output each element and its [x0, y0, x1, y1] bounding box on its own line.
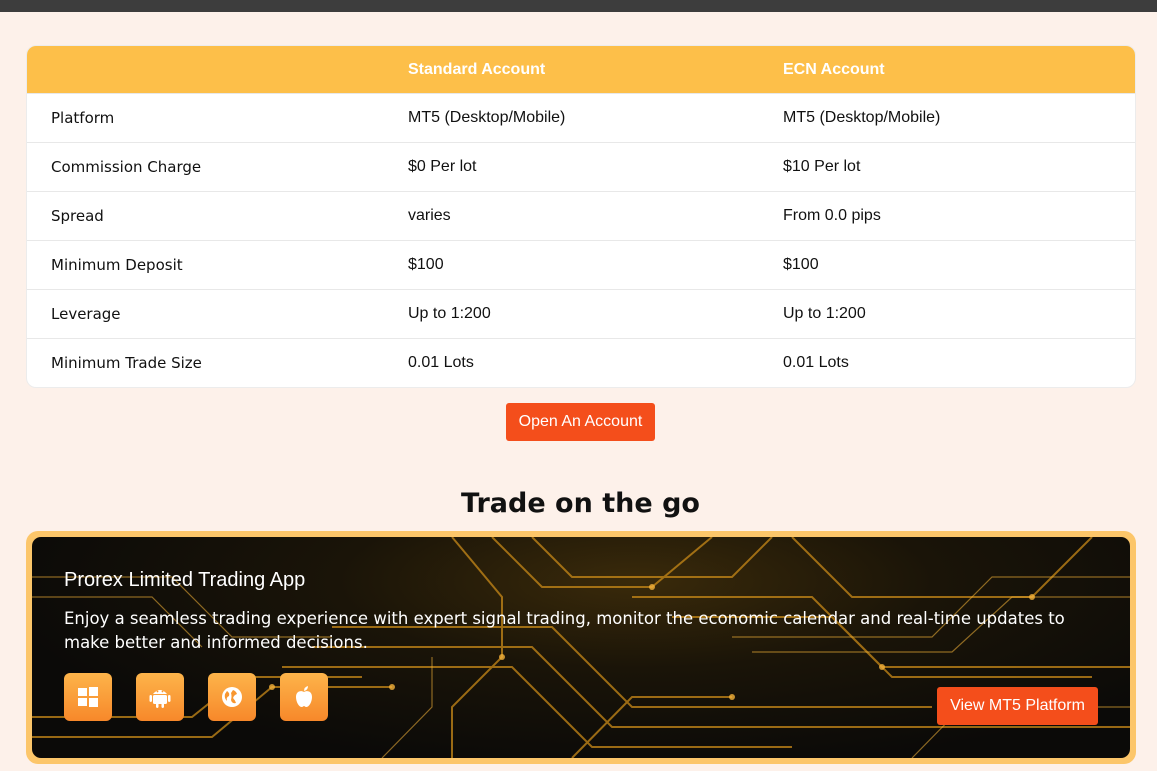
banner-title: Prorex Limited Trading App	[64, 569, 306, 591]
row-label: Leverage	[51, 305, 121, 323]
header-ecn-account: ECN Account	[783, 60, 885, 78]
view-mt5-platform-button[interactable]: View MT5 Platform	[937, 687, 1098, 725]
apple-icon[interactable]	[280, 673, 328, 721]
ecn-value: From 0.0 pips	[783, 207, 881, 224]
standard-value: MT5 (Desktop/Mobile)	[408, 109, 566, 126]
ecn-value: MT5 (Desktop/Mobile)	[783, 109, 941, 126]
web-globe-icon[interactable]	[208, 673, 256, 721]
table-header: Standard Account ECN Account	[27, 46, 1135, 93]
table-row: Leverage Up to 1:200 Up to 1:200	[27, 289, 1135, 338]
ecn-value: Up to 1:200	[783, 305, 866, 322]
row-label: Minimum Trade Size	[51, 354, 202, 372]
windows-icon[interactable]	[64, 673, 112, 721]
ecn-value: $100	[783, 256, 819, 273]
row-label: Platform	[51, 109, 115, 127]
standard-value: $0 Per lot	[408, 158, 477, 175]
open-account-button[interactable]: Open An Account	[506, 403, 655, 441]
standard-value: Up to 1:200	[408, 305, 491, 322]
banner-panel: Prorex Limited Trading App Enjoy a seaml…	[32, 537, 1130, 758]
table-row: Spread varies From 0.0 pips	[27, 191, 1135, 240]
top-bar	[0, 0, 1157, 12]
platform-icons	[64, 673, 328, 721]
row-label: Spread	[51, 207, 104, 225]
android-icon[interactable]	[136, 673, 184, 721]
header-standard-account: Standard Account	[408, 60, 546, 78]
table-row: Minimum Deposit $100 $100	[27, 240, 1135, 289]
row-label: Commission Charge	[51, 158, 202, 176]
banner-description: Enjoy a seamless trading experience with…	[64, 609, 1065, 652]
trading-app-banner: Prorex Limited Trading App Enjoy a seaml…	[26, 531, 1136, 764]
table-row: Minimum Trade Size 0.01 Lots 0.01 Lots	[27, 338, 1135, 387]
table-row: Commission Charge $0 Per lot $10 Per lot	[27, 142, 1135, 191]
row-label: Minimum Deposit	[51, 256, 183, 274]
standard-value: $100	[408, 256, 444, 273]
account-comparison-table: Standard Account ECN Account Platform MT…	[26, 45, 1136, 388]
table-row: Platform MT5 (Desktop/Mobile) MT5 (Deskt…	[27, 93, 1135, 142]
ecn-value: $10 Per lot	[783, 158, 861, 175]
standard-value: varies	[408, 207, 451, 224]
ecn-value: 0.01 Lots	[783, 354, 849, 371]
standard-value: 0.01 Lots	[408, 354, 474, 371]
section-title: Trade on the go	[461, 488, 700, 519]
